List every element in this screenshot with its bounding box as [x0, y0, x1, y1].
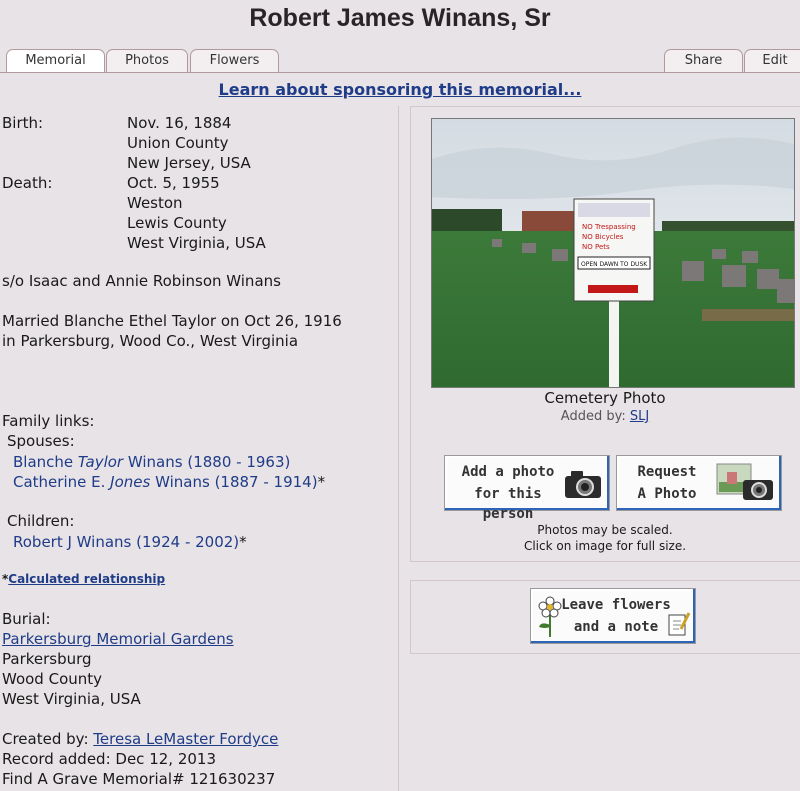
spouse-link[interactable]: Catherine E. Jones Winans (1887 - 1914) [13, 473, 318, 491]
death-label: Death: [2, 174, 53, 192]
tab-bar: Memorial Photos Flowers Share Edit [0, 49, 800, 73]
tab-share[interactable]: Share [664, 49, 743, 72]
request-photo-sublabel: A Photo [637, 486, 697, 502]
sign-text: NO Trespassing [582, 223, 636, 231]
tab-memorial[interactable]: Memorial [6, 49, 105, 73]
spouse-last-name: Winans [127, 453, 183, 471]
spouse-years: (1880 - 1963) [187, 453, 291, 471]
spouse-years: (1887 - 1914) [214, 473, 318, 491]
tab-photos[interactable]: Photos [106, 49, 188, 72]
calculated-note: *Calculated relationship [2, 572, 165, 586]
creator-link[interactable]: Teresa LeMaster Fordyce [93, 730, 278, 748]
cemetery-photo-image: NO Trespassing NO Bicycles NO Pets OPEN … [432, 119, 794, 387]
tab-divider [0, 72, 800, 73]
leave-flowers-label: Leave flowers [561, 597, 671, 613]
calculated-marker: * [239, 533, 247, 551]
photo-caption: Cemetery Photo [544, 389, 666, 407]
sign-text: OPEN DAWN TO DUSK [581, 261, 648, 268]
child-link[interactable]: Robert J Winans (1924 - 2002) [13, 533, 239, 551]
child-name: Robert J Winans [13, 533, 132, 551]
spouse-last-name: Winans [155, 473, 210, 491]
photo-click-note: Click on image for full size. [523, 539, 687, 553]
spouse-maiden-name: Taylor [77, 453, 124, 471]
bio-parents: s/o Isaac and Annie Robinson Winans [2, 272, 281, 290]
photo-added-by: Added by: SLJ [410, 409, 800, 424]
burial-county: Wood County [2, 670, 103, 688]
add-photo-button[interactable]: Add a photo for this person [444, 455, 610, 522]
photo-request-icon [716, 463, 773, 500]
created-by-row: Created by: Teresa LeMaster Fordyce [2, 730, 278, 748]
spouses-label: Spouses: [7, 432, 75, 450]
death-city: Weston [127, 194, 183, 212]
request-photo-button[interactable]: Request A Photo [616, 455, 782, 511]
added-by-link[interactable]: SLJ [630, 409, 649, 424]
sponsor-link[interactable]: Learn about sponsoring this memorial... [0, 80, 800, 99]
spouse-first-name: Blanche [13, 453, 74, 471]
created-by-label: Created by: [2, 730, 89, 748]
add-photo-label: Add a photo [461, 464, 555, 480]
note-icon [668, 612, 691, 636]
column-divider [398, 106, 399, 791]
family-heading: Family links: [2, 412, 95, 430]
tab-edit[interactable]: Edit [744, 49, 800, 72]
death-state: West Virginia, USA [127, 234, 266, 252]
spouse-row: Catherine E. Jones Winans (1887 - 1914)* [13, 473, 325, 491]
death-date: Oct. 5, 1955 [127, 174, 220, 192]
spouse-first-name: Catherine E. [13, 473, 106, 491]
tab-flowers[interactable]: Flowers [190, 49, 279, 72]
spouse-link[interactable]: Blanche Taylor Winans (1880 - 1963) [13, 453, 290, 471]
bio-marriage-line2: in Parkersburg, Wood Co., West Virginia [2, 332, 299, 350]
bio-marriage-line1: Married Blanche Ethel Taylor on Oct 26, … [2, 312, 342, 330]
birth-county: Union County [127, 134, 229, 152]
camera-icon [565, 471, 601, 498]
burial-city: Parkersburg [2, 650, 92, 668]
page-title: Robert James Winans, Sr [249, 4, 551, 32]
flower-icon [538, 596, 562, 637]
cemetery-photo[interactable]: NO Trespassing NO Bicycles NO Pets OPEN … [431, 118, 795, 388]
record-added: Record added: Dec 12, 2013 [2, 750, 216, 768]
birth-label: Birth: [2, 114, 44, 132]
burial-label: Burial: [2, 610, 51, 628]
children-label: Children: [7, 512, 75, 530]
child-years: (1924 - 2002) [136, 533, 240, 551]
request-photo-label: Request [637, 464, 697, 480]
calculated-marker: * [317, 473, 326, 491]
birth-date: Nov. 16, 1884 [127, 114, 232, 132]
death-county: Lewis County [127, 214, 227, 232]
burial-state: West Virginia, USA [2, 690, 141, 708]
leave-flowers-button[interactable]: Leave flowers and a note [530, 588, 696, 644]
child-row: Robert J Winans (1924 - 2002)* [13, 533, 247, 551]
sign-text: NO Bicycles [582, 233, 624, 241]
cemetery-link[interactable]: Parkersburg Memorial Gardens [2, 630, 234, 648]
birth-state: New Jersey, USA [127, 154, 251, 172]
leave-note-label: and a note [573, 619, 659, 635]
photo-scale-note: Photos may be scaled. [537, 523, 673, 537]
sign-text: NO Pets [582, 243, 610, 251]
calculated-relationship-link[interactable]: Calculated relationship [8, 572, 165, 586]
memorial-id: Find A Grave Memorial# 121630237 [2, 770, 276, 788]
spouse-maiden-name: Jones [110, 473, 151, 491]
added-by-label: Added by: [560, 409, 626, 424]
add-photo-sublabel: for this person [474, 486, 542, 522]
